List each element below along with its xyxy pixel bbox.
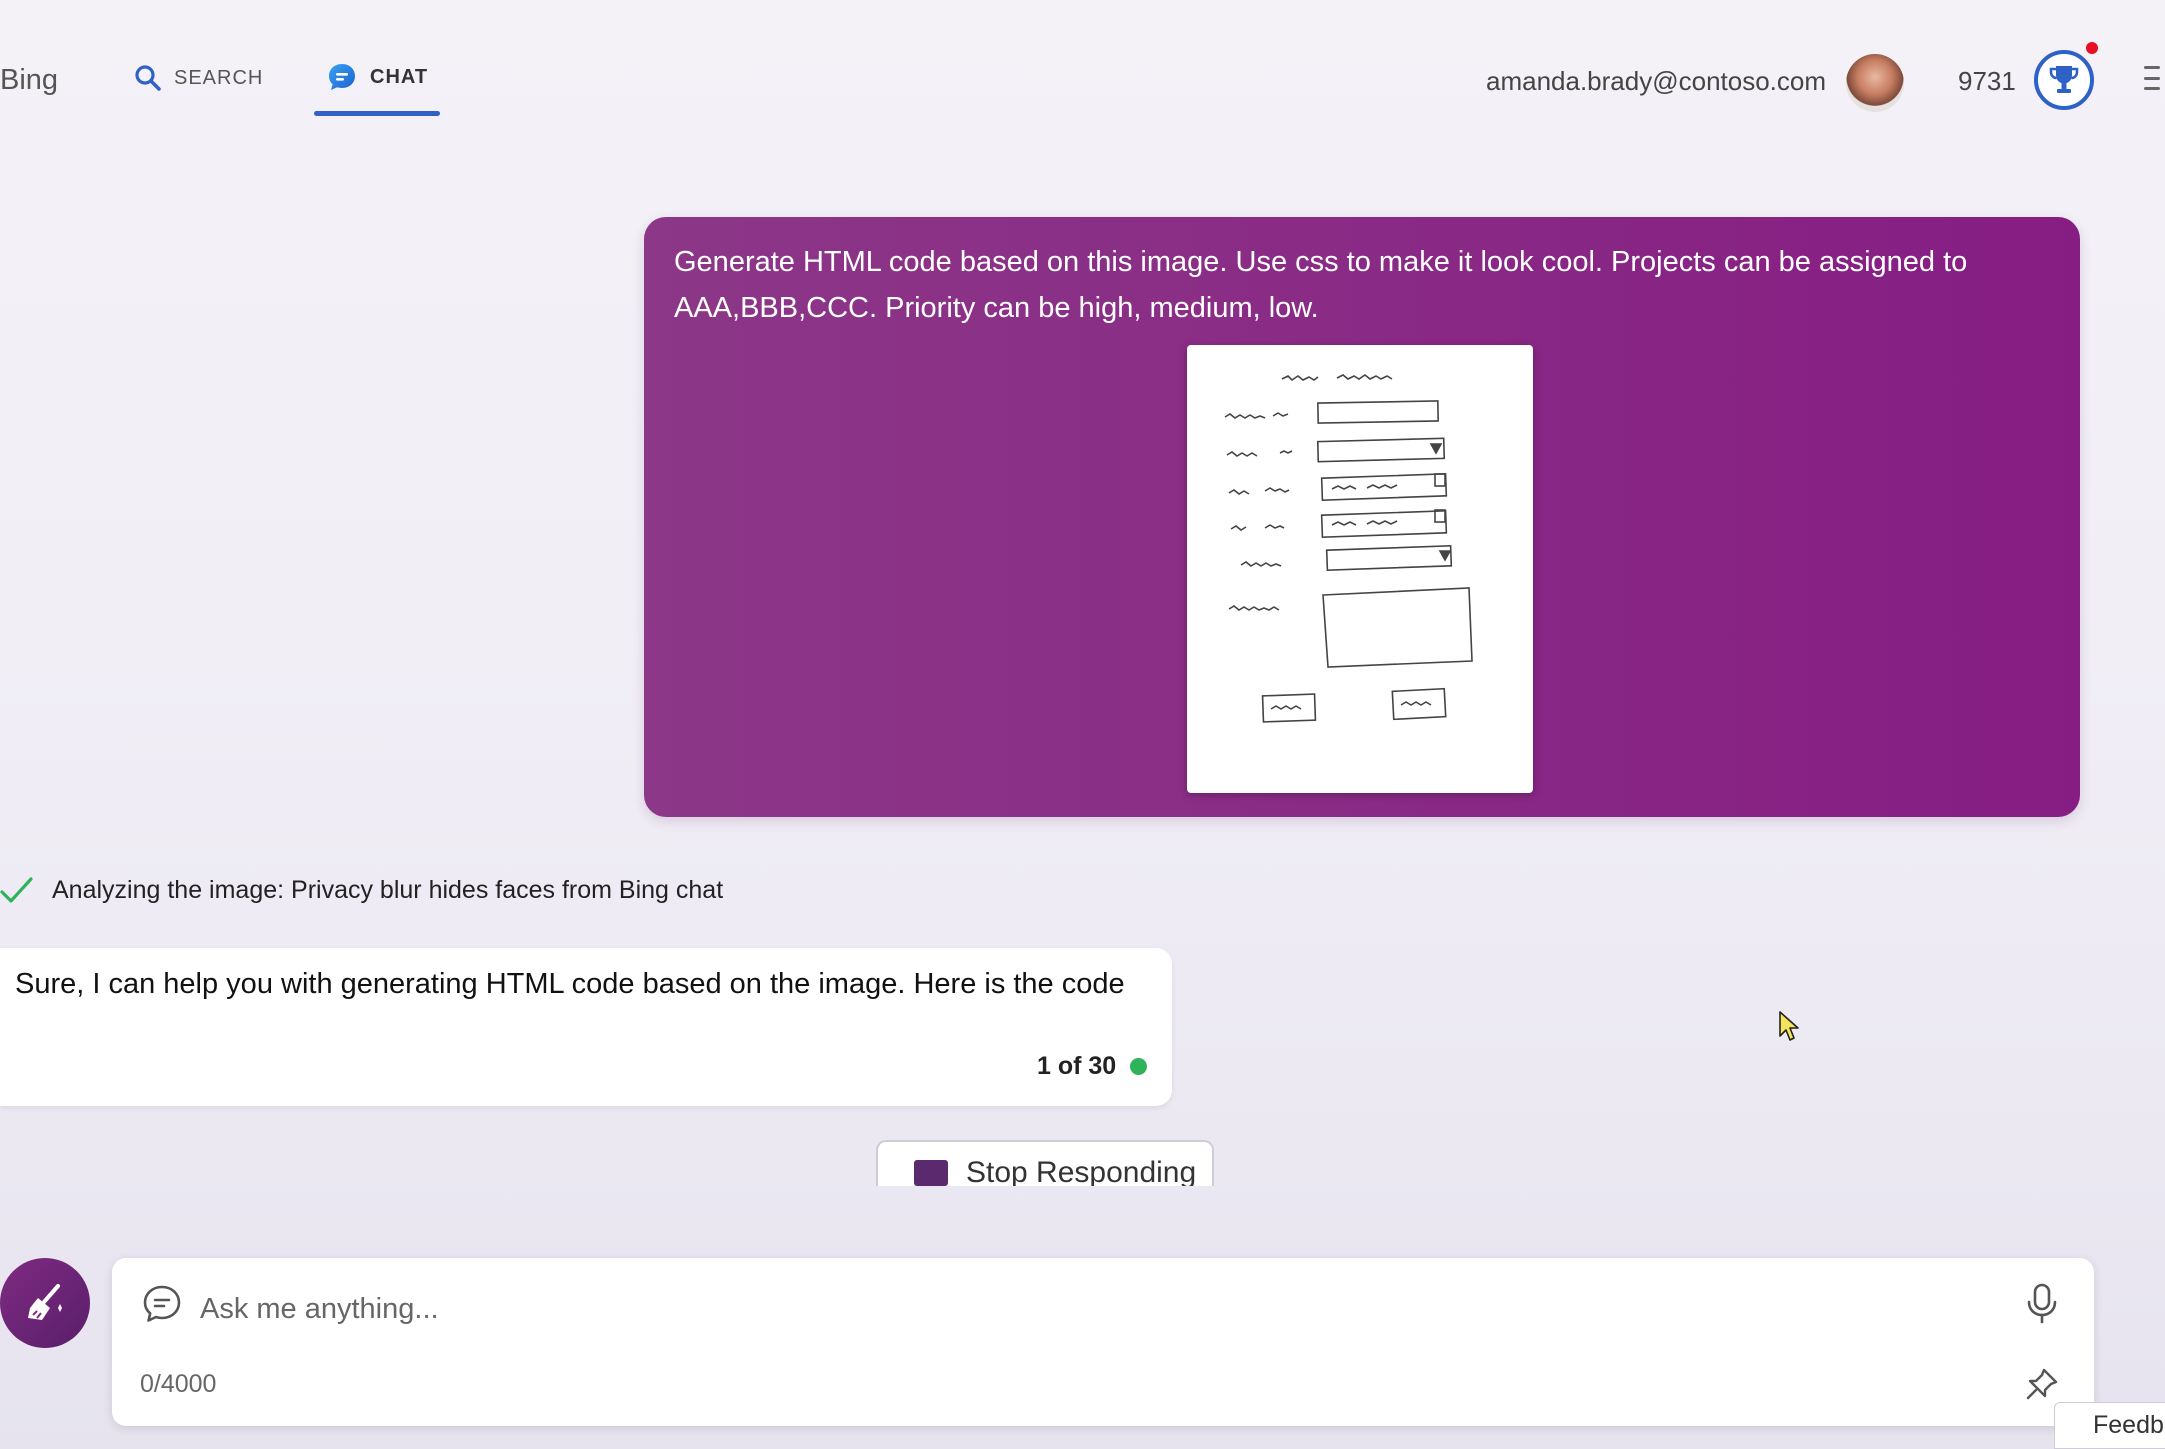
chat-composer: 0/4000 <box>112 1258 2094 1426</box>
microphone-icon[interactable] <box>2025 1282 2059 1326</box>
analysis-status-text: Analyzing the image: Privacy blur hides … <box>52 875 724 904</box>
attached-image[interactable] <box>1187 345 1533 793</box>
user-email[interactable]: amanda.brady@contoso.com <box>1486 66 1826 97</box>
analysis-status: Analyzing the image: Privacy blur hides … <box>0 872 723 908</box>
stop-responding-button[interactable]: Stop Responding <box>876 1140 1214 1186</box>
user-message-text: Generate HTML code based on this image. … <box>674 246 1968 324</box>
stop-responding-label: Stop Responding <box>966 1156 1197 1186</box>
chat-icon <box>329 64 355 90</box>
tab-search[interactable]: SEARCH <box>134 58 263 98</box>
rewards-button[interactable] <box>2034 50 2094 110</box>
turn-counter: 1 of 30 <box>1037 1052 1117 1080</box>
active-tab-indicator <box>314 111 440 116</box>
trophy-icon <box>2049 66 2079 93</box>
notification-badge <box>2086 42 2098 54</box>
tab-search-label: SEARCH <box>174 66 264 89</box>
character-count: 0/4000 <box>140 1370 217 1398</box>
checkmark-icon <box>0 877 33 903</box>
form-sketch-drawing <box>1224 374 1473 723</box>
turn-status-dot <box>1130 1058 1147 1075</box>
tab-chat-label: CHAT <box>370 65 429 88</box>
stop-icon <box>914 1160 948 1186</box>
chat-bubble-icon <box>143 1285 181 1322</box>
broom-icon <box>28 1284 62 1320</box>
user-message-bubble: Generate HTML code based on this image. … <box>644 217 2080 817</box>
search-icon <box>135 65 161 91</box>
ask-input[interactable] <box>198 1278 1962 1340</box>
menu-icon[interactable] <box>2144 66 2160 90</box>
bot-message-bubble: Sure, I can help you with generating HTM… <box>0 948 1172 1106</box>
feedback-button[interactable]: Feedback <box>2054 1402 2165 1449</box>
bing-brand[interactable]: Bing <box>0 64 58 97</box>
mouse-cursor-icon <box>1779 1011 1799 1041</box>
bot-message-text: Sure, I can help you with generating HTM… <box>15 968 1125 1000</box>
avatar[interactable] <box>1846 54 1904 112</box>
feedback-label: Feedback <box>2093 1411 2165 1439</box>
pin-icon[interactable] <box>2024 1366 2060 1402</box>
tab-chat[interactable]: CHAT <box>314 56 440 116</box>
reward-points[interactable]: 9731 <box>1958 66 2016 97</box>
new-topic-button[interactable] <box>0 1258 90 1348</box>
